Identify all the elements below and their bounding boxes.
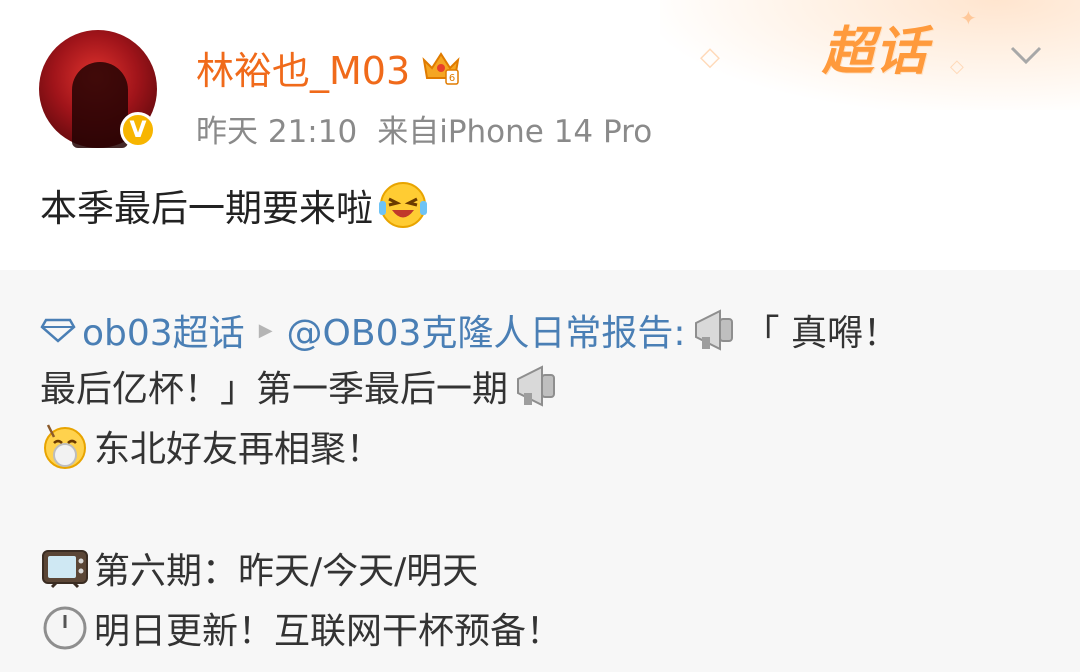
tv-icon (42, 550, 88, 589)
svg-text:6: 6 (449, 73, 455, 84)
crown-icon[interactable]: 6 (420, 46, 462, 88)
sparkle-icon: ✦ (960, 6, 977, 30)
post-source[interactable]: 来自iPhone 14 Pro (377, 106, 652, 151)
avatar-figure (72, 62, 128, 148)
repost-line-1: ob03超话 ▶ @OB03克隆人日常报告: 「 真嘚！ (40, 304, 899, 356)
repost-text-2: 最后亿杯！」第一季最后一期 (40, 369, 509, 410)
laughing-emoji-icon (379, 182, 427, 228)
repost-text-4: 第六期：昨天/今天/明天 (94, 551, 479, 592)
username-row: 林裕也_M03 6 (196, 40, 462, 94)
repost-text-5: 明日更新！互联网干杯预备！ (94, 611, 563, 652)
post-time: 昨天 21:10 (196, 114, 358, 150)
post-text-row: 本季最后一期要来啦 (40, 178, 429, 232)
repost-line-3: 东北好友再相聚！ (40, 420, 382, 472)
megaphone-icon (517, 365, 556, 407)
post-meta: 昨天 21:10 来自iPhone 14 Pro (196, 106, 652, 151)
megaphone-icon (694, 309, 733, 351)
repost-card[interactable]: ob03超话 ▶ @OB03克隆人日常报告: 「 真嘚！ 最后亿杯！」第一季最后… (0, 270, 1080, 672)
repost-line-2: 最后亿杯！」第一季最后一期 (40, 360, 566, 412)
chevron-down-icon[interactable] (1006, 38, 1046, 72)
diamond-decoration-icon: ◇ (700, 42, 720, 72)
repost-text-3: 东北好友再相聚！ (94, 429, 383, 470)
verified-badge-icon: V (120, 112, 156, 148)
drunk-emoji-icon (44, 424, 86, 469)
supertopic-badge[interactable]: 超话 (822, 14, 928, 82)
clock-icon (43, 606, 87, 650)
supertopic-link[interactable]: ob03超话 (82, 304, 245, 356)
post-text: 本季最后一期要来啦 (40, 187, 373, 230)
repost-text-1: 「 真嘚！ (743, 313, 899, 354)
username[interactable]: 林裕也_M03 (196, 40, 410, 95)
arrow-right-icon: ▶ (258, 319, 273, 341)
diamond-decoration-icon: ◇ (950, 56, 964, 77)
diamond-icon (40, 318, 76, 343)
repost-author-link[interactable]: @OB03克隆人日常报告: (287, 304, 686, 356)
repost-line-4: 第六期：昨天/今天/明天 (40, 542, 478, 594)
repost-line-5: 明日更新！互联网干杯预备！ (40, 602, 562, 654)
post-card: ◇ ◇ ✦ 超话 V 林裕也_M03 6 昨天 21:10 来自iPhone 1… (0, 0, 1080, 270)
